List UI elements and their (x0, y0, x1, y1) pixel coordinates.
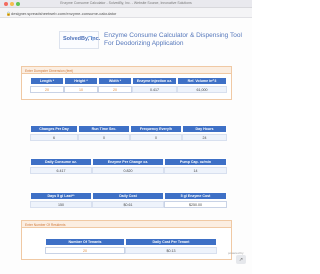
daily-cost-value: $0.61 (92, 201, 164, 208)
ref-volume-value: 61,000 (177, 86, 227, 93)
days-last-value: 150 (30, 201, 92, 208)
expand-icon[interactable]: ↗ (236, 255, 246, 264)
enzyme-cost-input[interactable]: $250.00 (164, 201, 227, 208)
title-bar: Enzyme Consume Calculator - SolvedBy, In… (0, 0, 252, 8)
logo-swoosh-icon (86, 36, 94, 42)
page-title: Enzyme Consume Calculator & Dispensing T… (104, 32, 242, 48)
daily-consume-header: Daily Consume oz. (30, 158, 92, 166)
daily-consume-value: 6.417 (30, 167, 92, 174)
enzyme-injection-header: Enzyme injection oz. (132, 77, 177, 85)
daily-cost-per-tenant-header: Daily Cost Per Tenant (125, 238, 217, 246)
address-bar[interactable]: 🔒 designer.spreadsheetweb.com/enzyme-con… (0, 8, 252, 18)
frequency-value: 0 (130, 134, 182, 141)
days-last-header: Days 5 gl Last** (30, 192, 92, 200)
enzyme-per-change-value: 0.820 (92, 167, 164, 174)
width-header: Width * (98, 77, 132, 85)
run-time-header: Run Time Sec. (78, 125, 130, 133)
length-header: Length * (30, 77, 64, 85)
ref-volume-header: Ref. Volume in^3 (177, 77, 227, 85)
logo-text: SolvedBy, Inc. (63, 36, 101, 42)
enzyme-injection-value: 0.417 (132, 86, 177, 93)
url-text[interactable]: designer.spreadsheetweb.com/enzyme-consu… (11, 11, 116, 16)
page-title-line1: Enzyme Consume Calculator & Dispensing T… (104, 32, 242, 39)
width-input[interactable]: 20 (98, 86, 132, 93)
tenants-input[interactable]: 20 (45, 247, 125, 254)
run-time-value: 0 (78, 134, 130, 141)
page-title-line2: For Deodorizing Application (104, 40, 184, 47)
length-input[interactable]: 20 (30, 86, 64, 93)
browser-window: Enzyme Consume Calculator - SolvedBy, In… (0, 0, 252, 274)
dimensions-heading: Enter Dumpster Dimension (feet) (25, 68, 74, 73)
dimensions-panel-header: Enter Dumpster Dimension (feet) (22, 67, 231, 74)
pump-cap-value: 14 (164, 167, 227, 174)
day-hours-header: Day Hours (182, 125, 227, 133)
residents-heading: Enter Number Of Residents (25, 222, 66, 227)
window-title: Enzyme Consume Calculator - SolvedBy, In… (60, 1, 192, 5)
enzyme-cost-header: 5 gl Enzyme Cost (164, 192, 227, 200)
enzyme-per-change-header: Enzyme Per Change oz. (92, 158, 164, 166)
height-header: Height * (64, 77, 98, 85)
pump-cap-header: Pump Cap. oz/min (164, 158, 227, 166)
day-hours-value: 24 (182, 134, 227, 141)
frequency-header: Frequency Every/h (130, 125, 182, 133)
tenants-header: Number Of Tenants (45, 238, 125, 246)
changes-per-day-value: 6 (30, 134, 78, 141)
daily-cost-header: Daily Cost (92, 192, 164, 200)
height-input[interactable]: 10 (64, 86, 98, 93)
changes-per-day-header: Changes Per Day (30, 125, 78, 133)
daily-cost-per-tenant-value: $0.13 (125, 247, 217, 254)
residents-panel-header: Enter Number Of Residents (22, 221, 231, 228)
